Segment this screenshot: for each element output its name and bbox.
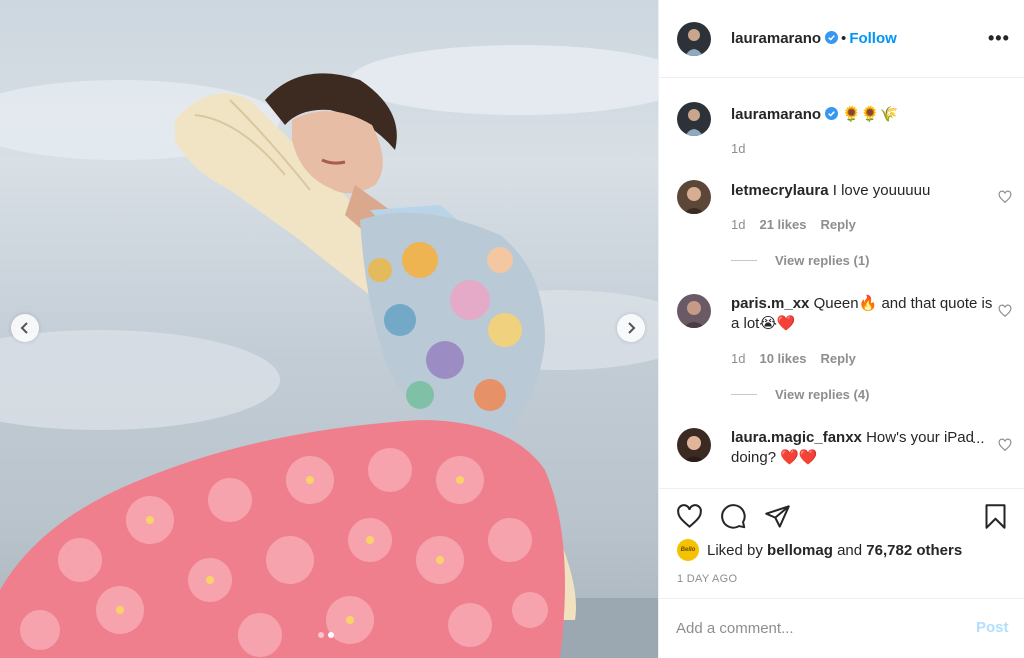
caption-text: 🌻🌻🌾 — [842, 106, 899, 123]
comment-item: paris.m_xx Queen🔥 and that quote is a lo… — [659, 294, 1024, 414]
comment-composer: Post — [659, 598, 1024, 658]
carousel-dot-active — [328, 632, 334, 638]
caption-time[interactable]: 1d — [731, 141, 745, 156]
liker-username[interactable]: bellomag — [767, 542, 833, 559]
comment-avatar[interactable] — [677, 180, 711, 214]
divider-line — [731, 394, 757, 395]
post-header: lauramarano • Follow ••• — [659, 0, 1024, 78]
likes-others-link[interactable]: 76,782 others — [866, 542, 962, 559]
comments-list[interactable]: lauramarano 🌻🌻🌾 1d letmecrylaura I love … — [659, 78, 1024, 488]
post-date[interactable]: 1 DAY AGO — [677, 573, 737, 585]
divider-line — [731, 260, 757, 261]
caption-avatar[interactable] — [677, 102, 711, 136]
view-replies-button[interactable]: View replies (1) — [731, 253, 869, 268]
comment-item: laura.magic_fanxx How's your iPad doing?… — [659, 428, 1024, 488]
comment-avatar[interactable] — [677, 428, 711, 462]
author-line: lauramarano • Follow — [731, 30, 897, 47]
reply-button[interactable]: Reply — [820, 217, 855, 232]
follow-button[interactable]: Follow — [849, 30, 897, 47]
likes-prefix: Liked by — [707, 541, 763, 559]
comment-input[interactable] — [676, 617, 956, 639]
caption-username[interactable]: lauramarano — [731, 106, 821, 123]
post-actions: Bello Liked by bellomag and 76,782 other… — [659, 488, 1024, 598]
caption-text-line: lauramarano 🌻🌻🌾 — [731, 105, 993, 125]
carousel-indicator — [318, 632, 334, 638]
photo-illustration — [0, 45, 658, 658]
comment-meta: 1d 21 likes Reply — [731, 217, 856, 232]
heart-icon[interactable] — [676, 503, 703, 530]
comment-meta: 1d 10 likes Reply — [731, 351, 856, 366]
paper-plane-icon[interactable] — [764, 503, 791, 530]
reply-button[interactable]: Reply — [820, 351, 855, 366]
liker-avatar[interactable]: Bello — [677, 539, 699, 561]
view-replies-label: View replies (4) — [775, 387, 870, 402]
comment-avatar[interactable] — [677, 294, 711, 328]
comment-time[interactable]: 1d — [731, 351, 745, 366]
comment-more-options[interactable]: ... — [972, 430, 985, 447]
next-photo-button[interactable] — [617, 314, 645, 342]
comment-text: I love youuuuu — [832, 182, 931, 199]
comment-likes[interactable]: 10 likes — [759, 351, 806, 366]
likes-summary: Bello Liked by bellomag and 76,782 other… — [677, 539, 962, 561]
view-replies-button[interactable]: View replies (4) — [731, 387, 869, 402]
comment-likes[interactable]: 21 likes — [759, 217, 806, 232]
post-photo[interactable] — [0, 0, 658, 658]
separator-dot: • — [841, 30, 847, 47]
heart-icon[interactable] — [998, 304, 1012, 318]
comment-text-line: laura.magic_fanxx How's your iPad doing?… — [731, 428, 993, 468]
comment-time[interactable]: 1d — [731, 217, 745, 232]
verified-badge-icon — [825, 31, 839, 44]
comment-text-line: letmecrylaura I love youuuuu — [731, 181, 993, 201]
heart-icon[interactable] — [998, 190, 1012, 204]
caption: lauramarano 🌻🌻🌾 1d — [659, 102, 1024, 162]
bookmark-icon[interactable] — [982, 503, 1009, 530]
post-comment-button[interactable]: Post — [976, 619, 1009, 636]
heart-icon[interactable] — [998, 438, 1012, 452]
verified-badge-icon — [825, 107, 839, 120]
comment-item: letmecrylaura I love youuuuu 1d 21 likes R… — [659, 180, 1024, 280]
comment-username[interactable]: paris.m_xx — [731, 295, 809, 312]
chevron-left-icon — [20, 322, 28, 334]
post-details-panel: lauramarano • Follow ••• lauramarano 🌻🌻🌾 1… — [658, 0, 1024, 658]
carousel-dot — [318, 632, 324, 638]
comment-username[interactable]: letmecrylaura — [731, 182, 829, 199]
more-options-button[interactable]: ••• — [988, 28, 1010, 49]
comment-text-line: paris.m_xx Queen🔥 and that quote is a lo… — [731, 294, 993, 334]
author-username[interactable]: lauramarano — [731, 30, 821, 47]
likes-connector: and — [837, 541, 863, 559]
previous-photo-button[interactable] — [11, 314, 39, 342]
author-avatar[interactable] — [677, 22, 711, 56]
view-replies-label: View replies (1) — [775, 253, 870, 268]
comment-username[interactable]: laura.magic_fanxx — [731, 429, 862, 446]
comment-bubble-icon[interactable] — [720, 503, 747, 530]
chevron-right-icon — [628, 322, 636, 334]
